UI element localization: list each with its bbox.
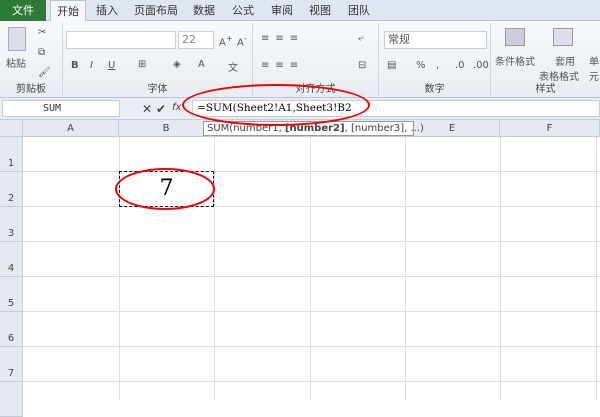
paste-icon[interactable] — [8, 27, 26, 51]
gridline — [596, 137, 597, 400]
format-painter-icon[interactable]: 🖌 — [38, 67, 51, 78]
insert-function-icon[interactable]: fx — [172, 102, 181, 113]
tab-formulas[interactable]: 公式 — [232, 0, 254, 21]
clipboard-label: 剪贴板 — [16, 84, 46, 95]
cut-icon[interactable]: ✂ — [38, 27, 46, 38]
row-header-2[interactable]: 2 — [0, 172, 23, 207]
styles-group: 条件格式 套用 表格格式 单元 样式 — [491, 23, 600, 96]
currency-icon[interactable]: ▤ — [387, 60, 396, 71]
paste-button[interactable]: 粘贴 — [6, 55, 26, 70]
percent-button[interactable]: % — [416, 60, 426, 71]
gridline — [500, 137, 501, 400]
row-header-5[interactable]: 5 — [0, 277, 23, 312]
tab-view[interactable]: 视图 — [309, 0, 331, 21]
row-header-6[interactable]: 6 — [0, 312, 23, 347]
tab-home[interactable]: 开始 — [50, 0, 86, 22]
border-icon[interactable]: ⊞ — [138, 59, 146, 70]
gridline — [23, 241, 600, 242]
annotation-oval-formula — [182, 84, 370, 126]
ribbon-tabs: 文件 开始 插入 页面布局 数据 公式 审阅 视图 团队 — [0, 0, 600, 22]
shrink-font-icon[interactable]: A- — [237, 33, 247, 48]
comma-button[interactable]: , — [436, 60, 439, 71]
tooltip-post: , [number3], ...) — [344, 123, 424, 134]
row-header-4[interactable]: 4 — [0, 242, 23, 277]
row-header-7[interactable]: 7 — [0, 347, 23, 382]
font-color-icon[interactable]: A — [198, 59, 205, 70]
cancel-icon[interactable]: ✕ — [142, 102, 152, 116]
name-box[interactable]: SUM — [2, 100, 120, 117]
font-name-select[interactable] — [66, 31, 176, 49]
italic-button[interactable]: I — [90, 60, 93, 71]
number-format-select[interactable]: 常规 — [384, 31, 487, 49]
vertical-align-icons[interactable]: ≡≡≡ — [261, 33, 304, 44]
cell-styles-button[interactable]: 单元 — [589, 53, 600, 83]
gridline — [23, 206, 600, 207]
column-header-f[interactable]: F — [500, 120, 600, 137]
table-format-button[interactable]: 套用 — [555, 53, 575, 68]
decrease-decimal-icon[interactable]: .00 — [473, 60, 489, 71]
fill-color-icon[interactable]: ◈ — [173, 59, 181, 70]
tab-review[interactable]: 审阅 — [271, 0, 293, 21]
annotation-oval-cell — [115, 168, 215, 210]
row-header-3[interactable]: 3 — [0, 207, 23, 242]
conditional-format-icon[interactable] — [505, 28, 525, 46]
phonetic-icon[interactable]: 文 — [228, 59, 238, 74]
column-header-b[interactable]: B — [119, 120, 214, 137]
grow-font-icon[interactable]: A+ — [219, 33, 233, 48]
enter-icon[interactable]: ✔ — [156, 102, 166, 116]
row-header-1[interactable]: 1 — [0, 137, 23, 172]
copy-icon[interactable]: ⧉ — [38, 47, 45, 58]
tab-file[interactable]: 文件 — [0, 0, 46, 21]
tab-insert[interactable]: 插入 — [96, 0, 118, 21]
clipboard-group: 粘贴 ✂ ⧉ 🖌 剪贴板 — [0, 23, 63, 96]
horizontal-align-icons[interactable]: ≡≡≡ — [261, 60, 304, 71]
tab-data[interactable]: 数据 — [193, 0, 215, 21]
number-group: 常规 ▤ % , .0 .00 数字 — [379, 23, 491, 96]
gridline — [310, 137, 311, 400]
number-label: 数字 — [424, 84, 445, 95]
font-size-select[interactable]: 22 — [178, 31, 214, 49]
column-header-a[interactable]: A — [23, 120, 119, 137]
tab-team[interactable]: 团队 — [348, 0, 370, 21]
merge-icon[interactable]: ⊟ — [358, 60, 366, 71]
increase-decimal-icon[interactable]: .0 — [455, 60, 465, 71]
select-all-corner[interactable] — [0, 120, 23, 137]
gridline — [405, 137, 406, 400]
underline-button[interactable]: U — [108, 60, 115, 71]
gridline — [23, 171, 600, 172]
tab-page-layout[interactable]: 页面布局 — [134, 0, 178, 21]
gridline — [23, 346, 600, 347]
font-group: 22 A+ A- B I U ⊞ ◈ A 文 字体 — [63, 23, 253, 96]
gridline — [23, 381, 600, 382]
gridline — [214, 137, 215, 400]
table-format-icon[interactable] — [553, 28, 573, 46]
gridline — [23, 311, 600, 312]
wrap-text-icon[interactable]: ⤶ — [358, 33, 364, 44]
conditional-format-button[interactable]: 条件格式 — [495, 53, 535, 68]
gridline — [23, 276, 600, 277]
styles-label: 样式 — [535, 84, 556, 95]
bold-button[interactable]: B — [71, 60, 79, 71]
